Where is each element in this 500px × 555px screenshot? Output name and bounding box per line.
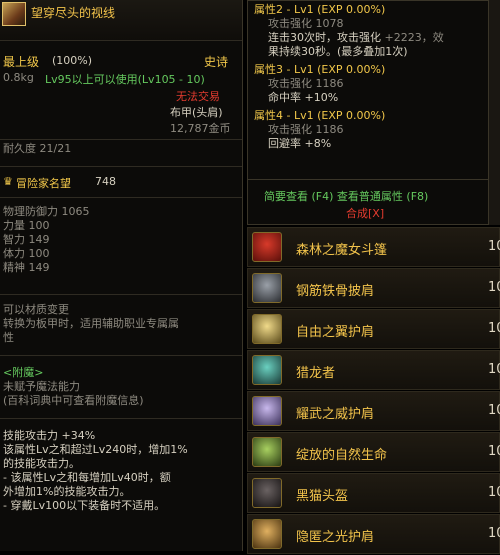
grade-label: 史诗 bbox=[204, 55, 229, 69]
stats-section: 物理防御力 1065 力量 100 智力 149 体力 100 精神 149 bbox=[0, 198, 242, 295]
fame-value: 748 bbox=[95, 175, 116, 188]
attr2-combo-line2: 果持续30秒。(最多叠加1次) bbox=[268, 45, 408, 58]
enchant-section: <附魔> 未赋予魔法能力 (百科词典中可查看附魔信息) bbox=[0, 356, 242, 419]
stat-spr: 精神 149 bbox=[3, 261, 50, 274]
brief-view-link[interactable]: 简要查看 (F4) bbox=[264, 190, 333, 203]
list-item[interactable]: 耀武之威护肩 10 bbox=[247, 391, 500, 431]
item-count: 10 bbox=[488, 485, 500, 500]
item-name: 黑猫头盔 bbox=[296, 489, 349, 504]
enchant-line: (百科词典中可查看附魔信息) bbox=[3, 394, 144, 407]
attr2-combo-text: 连击30次时，攻击强化 bbox=[268, 31, 381, 44]
material-change-line: 可以材质变更 bbox=[3, 303, 69, 316]
skill-line: - 该属性Lv之和每增加Lv40时，额 bbox=[3, 471, 171, 484]
level-requirement: Lv95以上可以使用(Lv105 - 10) bbox=[45, 73, 205, 86]
tooltip-header: 望穿尽头的视线 bbox=[0, 0, 242, 41]
item-name: 望穿尽头的视线 bbox=[31, 6, 116, 20]
skill-line: 的技能攻击力。 bbox=[3, 457, 80, 470]
scrollbar[interactable] bbox=[488, 0, 500, 225]
item-count: 10 bbox=[488, 444, 500, 459]
skill-line: 外增加1%的技能攻击力。 bbox=[3, 485, 131, 498]
item-name: 森林之魔女斗篷 bbox=[296, 243, 388, 258]
material-change-section: 可以材质变更 转换为板甲时，适用辅助职业专属属 性 bbox=[0, 295, 242, 356]
list-item[interactable]: 绽放的自然生命 10 bbox=[247, 432, 500, 472]
skill-line: 该属性Lv之和超过Lv240时，增加1% bbox=[3, 443, 188, 456]
item-name: 自由之翼护肩 bbox=[296, 325, 375, 340]
list-item[interactable]: 猎龙者 10 bbox=[247, 350, 500, 390]
attr2-combo-value: +2223，效 bbox=[384, 31, 444, 44]
list-item[interactable]: 森林之魔女斗篷 10 bbox=[247, 227, 500, 267]
item-name: 耀武之威护肩 bbox=[296, 407, 375, 422]
dragon-hunter-icon bbox=[252, 355, 282, 385]
fame-section: ♛ 冒险家名望 748 bbox=[0, 167, 242, 198]
glory-shoulder-icon bbox=[252, 396, 282, 426]
iron-shoulder-icon bbox=[252, 273, 282, 303]
synthesize-link[interactable]: 合成[X] bbox=[346, 205, 384, 221]
item-name: 隐匿之光护肩 bbox=[296, 530, 375, 545]
rarity-label: 最上级 bbox=[3, 55, 40, 69]
item-type: 布甲(头肩) bbox=[170, 106, 223, 119]
enchant-line: 未赋予魔法能力 bbox=[3, 380, 80, 393]
item-count: 10 bbox=[488, 321, 500, 336]
enchant-title: <附魔> bbox=[3, 366, 44, 379]
attribute-panel: 属性2 - Lv1 (EXP 0.00%) 攻击强化 1078 连击30次时，攻… bbox=[247, 0, 493, 225]
material-change-line: 性 bbox=[3, 331, 14, 344]
witch-cloak-icon bbox=[252, 232, 282, 262]
item-count: 10 bbox=[488, 239, 500, 254]
material-change-line: 转换为板甲时，适用辅助职业专属属 bbox=[3, 317, 179, 330]
normal-view-link[interactable]: 查看普通属性 (F8) bbox=[337, 190, 428, 203]
black-cat-helmet-icon bbox=[252, 478, 282, 508]
stat-list: 物理防御力 1065 力量 100 智力 149 体力 100 精神 149 bbox=[3, 205, 90, 275]
stat-str: 力量 100 bbox=[3, 219, 50, 232]
fame-label: 冒险家名望 bbox=[16, 177, 71, 190]
hidden-light-shoulder-icon bbox=[252, 519, 282, 549]
item-icon bbox=[2, 2, 26, 26]
list-item[interactable]: 黑猫头盔 10 bbox=[247, 473, 500, 513]
skill-line: - 穿戴Lv100以下装备时不适用。 bbox=[3, 499, 166, 512]
durability-section: 耐久度 21/21 bbox=[0, 140, 242, 167]
list-item[interactable]: 隐匿之光护肩 10 bbox=[247, 514, 500, 554]
divider bbox=[248, 179, 492, 180]
item-count: 10 bbox=[488, 362, 500, 377]
item-price: 12,787金币 bbox=[170, 122, 231, 135]
wing-shoulder-icon bbox=[252, 314, 282, 344]
stat-vit: 体力 100 bbox=[3, 247, 50, 260]
attr3-line: 攻击强化 1186 bbox=[268, 77, 344, 90]
skill-line: 技能攻击力 +34% bbox=[3, 429, 96, 442]
stat-int: 智力 149 bbox=[3, 233, 50, 246]
attr4-line: 回避率 +8% bbox=[268, 137, 332, 150]
attr2-line: 攻击强化 1078 bbox=[268, 17, 344, 30]
attr3-title: 属性3 - Lv1 (EXP 0.00%) bbox=[254, 63, 386, 76]
trade-status: 无法交易 bbox=[176, 90, 220, 103]
fame-icon: ♛ bbox=[3, 175, 13, 188]
item-name: 绽放的自然生命 bbox=[296, 448, 388, 463]
item-count: 10 bbox=[488, 526, 500, 541]
list-item[interactable]: 钢筋铁骨披肩 10 bbox=[247, 268, 500, 308]
attr2-combo: 连击30次时，攻击强化 +2223，效 bbox=[254, 31, 444, 45]
item-count: 10 bbox=[488, 403, 500, 418]
durability: 耐久度 21/21 bbox=[3, 142, 72, 155]
item-tooltip: 望穿尽头的视线 最上级 (100%) 史诗 0.8kg Lv95以上可以使用(L… bbox=[0, 0, 243, 551]
attr2-title: 属性2 - Lv1 (EXP 0.00%) bbox=[254, 3, 386, 16]
stat-def: 物理防御力 1065 bbox=[3, 205, 90, 218]
list-item[interactable]: 自由之翼护肩 10 bbox=[247, 309, 500, 349]
basic-info: 最上级 (100%) 史诗 0.8kg Lv95以上可以使用(Lv105 - 1… bbox=[0, 41, 242, 140]
skill-section: 技能攻击力 +34% 该属性Lv之和超过Lv240时，增加1% 的技能攻击力。 … bbox=[0, 419, 242, 539]
rarity-pct: (100%) bbox=[52, 54, 93, 67]
attr3-line: 命中率 +10% bbox=[268, 91, 339, 104]
nature-life-icon bbox=[252, 437, 282, 467]
attr4-title: 属性4 - Lv1 (EXP 0.00%) bbox=[254, 109, 386, 122]
weight: 0.8kg bbox=[3, 71, 34, 84]
item-list: 森林之魔女斗篷 10 钢筋铁骨披肩 10 自由之翼护肩 10 猎龙者 10 耀武… bbox=[247, 227, 500, 555]
item-name: 猎龙者 bbox=[296, 366, 336, 381]
attr4-line: 攻击强化 1186 bbox=[268, 123, 344, 136]
item-count: 10 bbox=[488, 280, 500, 295]
item-name: 钢筋铁骨披肩 bbox=[296, 284, 375, 299]
